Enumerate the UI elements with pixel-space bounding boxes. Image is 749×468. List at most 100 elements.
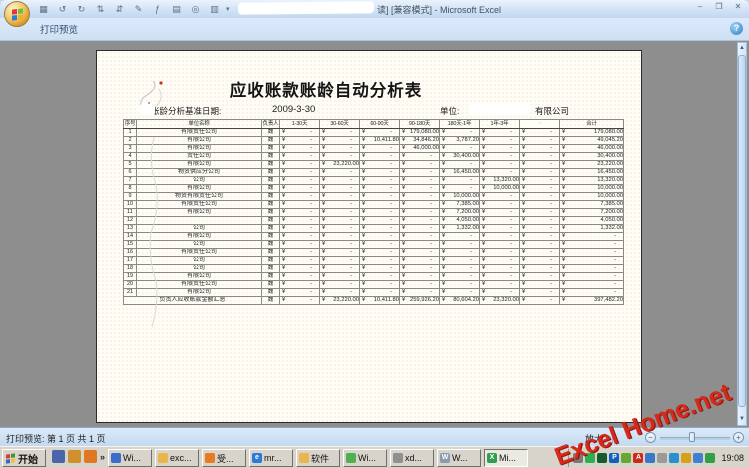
insert-function-icon[interactable]: ƒ (150, 3, 165, 16)
scroll-up-icon[interactable]: ▲ (738, 43, 746, 54)
zoom-in-button[interactable]: + (733, 432, 744, 443)
scroll-down-icon[interactable]: ▼ (738, 414, 746, 425)
amount-value: - (614, 233, 616, 239)
start-button[interactable]: 开始 (2, 449, 46, 467)
amount-cell: ¥80,604.20 (440, 297, 480, 305)
amount-value: - (310, 289, 312, 295)
amount-cell: ¥- (360, 129, 400, 137)
amount-value: 23,220.00 (333, 297, 359, 303)
amount-cell: ¥- (280, 265, 320, 273)
amount-value: - (550, 297, 552, 303)
zoom-slider-thumb[interactable] (689, 432, 695, 442)
task-label: Wi... (123, 453, 141, 463)
row-number-cell: 7 (124, 177, 137, 185)
amount-value: - (510, 281, 512, 287)
sort-ascending-icon[interactable]: ⇅ (93, 3, 108, 16)
mail-icon[interactable] (68, 450, 81, 463)
amount-value: - (510, 289, 512, 295)
preview-page[interactable]: 应收账款账龄自动分析表 账龄分析基准日期: 2009-3-30 单位: 有限公司… (96, 50, 642, 423)
taskbar-button[interactable]: exc... (155, 449, 199, 467)
office-button[interactable] (4, 1, 30, 27)
currency-symbol: ¥ (482, 193, 485, 200)
amount-cell: ¥- (280, 209, 320, 217)
taskbar: 开始 » Wi...exc...受...emr...软件Wi...xd...WW… (0, 446, 749, 468)
owner-cell: 魏 (262, 249, 280, 257)
row-number-cell: 5 (124, 161, 137, 169)
taskbar-button[interactable]: XMi... (484, 449, 528, 467)
amount-cell: ¥- (280, 169, 320, 177)
amount-value: - (430, 281, 432, 287)
taskbar-button[interactable]: Wi... (108, 449, 152, 467)
taskbar-button[interactable]: xd... (390, 449, 434, 467)
minimize-button[interactable]: – (694, 2, 706, 11)
taskbar-button[interactable]: emr... (249, 449, 293, 467)
wine-icon[interactable] (621, 453, 631, 463)
restore-button[interactable]: ❐ (713, 2, 725, 11)
row-number-cell: 10 (124, 201, 137, 209)
amount-cell: ¥- (360, 281, 400, 289)
amount-value: - (390, 257, 392, 263)
base-date-value: 2009-3-30 (272, 104, 315, 115)
print-preview-icon[interactable]: ◎ (188, 3, 203, 16)
amount-value: - (390, 273, 392, 279)
bluetooth-icon[interactable] (669, 453, 679, 463)
amount-value: - (510, 161, 512, 167)
taskbar-button[interactable]: 软件 (296, 449, 340, 467)
volume-icon[interactable] (681, 453, 691, 463)
antivirus-icon[interactable]: A (633, 453, 643, 463)
sort-descending-icon[interactable]: ⇵ (112, 3, 127, 16)
zoom-slider-track[interactable] (660, 437, 730, 440)
firefox-icon[interactable] (84, 450, 97, 463)
media-player-icon[interactable] (52, 450, 65, 463)
task-label: W... (452, 453, 468, 463)
table-row: 19有限公司魏¥-¥-¥-¥-¥-¥-¥-¥- (124, 273, 624, 281)
tab-print-preview[interactable]: 打印预览 (40, 22, 78, 36)
close-button[interactable]: ✕ (732, 2, 744, 11)
pc-icon[interactable] (657, 453, 667, 463)
amount-cell: ¥- (400, 249, 440, 257)
amount-value: 23,320.00 (493, 297, 519, 303)
amount-value: - (550, 129, 552, 135)
vertical-scrollbar[interactable]: ▲ ▼ (737, 42, 747, 426)
task-app-icon (393, 453, 403, 463)
owner-cell: 魏 (262, 209, 280, 217)
taskbar-button[interactable]: WW... (437, 449, 481, 467)
amount-value: - (390, 193, 392, 199)
sync-icon[interactable] (693, 453, 703, 463)
redo-icon[interactable]: ↻ (74, 3, 89, 16)
quick-access-toolbar: ▦ ↺ ↻ ⇅ ⇵ ✎ ƒ ▤ ◎ ▥ ▾ (36, 2, 230, 16)
currency-symbol: ¥ (522, 185, 525, 192)
format-painter-icon[interactable]: ✎ (131, 3, 146, 16)
taskbar-clock[interactable]: 19:08 (721, 453, 744, 463)
help-icon[interactable]: ? (730, 22, 743, 35)
amount-value: - (430, 265, 432, 271)
currency-symbol: ¥ (362, 209, 365, 216)
table-row: 18公司魏¥-¥-¥-¥-¥-¥-¥-¥- (124, 265, 624, 273)
task-label: 软件 (311, 452, 329, 465)
taskbar-button[interactable]: 受... (202, 449, 246, 467)
amount-cell: ¥7,385.00 (560, 201, 624, 209)
amount-cell: ¥- (400, 193, 440, 201)
chart-icon[interactable]: ▤ (169, 3, 184, 16)
amount-value: 10,411.80 (374, 137, 399, 143)
amount-cell: ¥- (480, 273, 520, 281)
taskbar-button[interactable]: Wi... (343, 449, 387, 467)
undo-icon[interactable]: ↺ (55, 3, 70, 16)
currency-symbol: ¥ (322, 129, 325, 136)
qat-customize-icon[interactable]: ▾ (226, 5, 230, 13)
parking-icon[interactable]: P (609, 453, 619, 463)
scrollbar-thumb[interactable] (738, 55, 746, 407)
quick-launch-more-icon[interactable]: » (100, 452, 105, 462)
print-icon[interactable]: ▥ (207, 3, 222, 16)
amount-value: - (550, 265, 552, 271)
amount-value: - (550, 241, 552, 247)
amount-cell: ¥3,787.20 (440, 137, 480, 145)
amount-value: - (614, 289, 616, 295)
currency-symbol: ¥ (362, 153, 365, 160)
amount-value: 1,332.00 (456, 225, 479, 231)
shield-icon[interactable] (705, 453, 715, 463)
amount-cell: ¥- (280, 201, 320, 209)
currency-symbol: ¥ (522, 193, 525, 200)
display-icon[interactable] (645, 453, 655, 463)
save-icon[interactable]: ▦ (36, 3, 51, 16)
